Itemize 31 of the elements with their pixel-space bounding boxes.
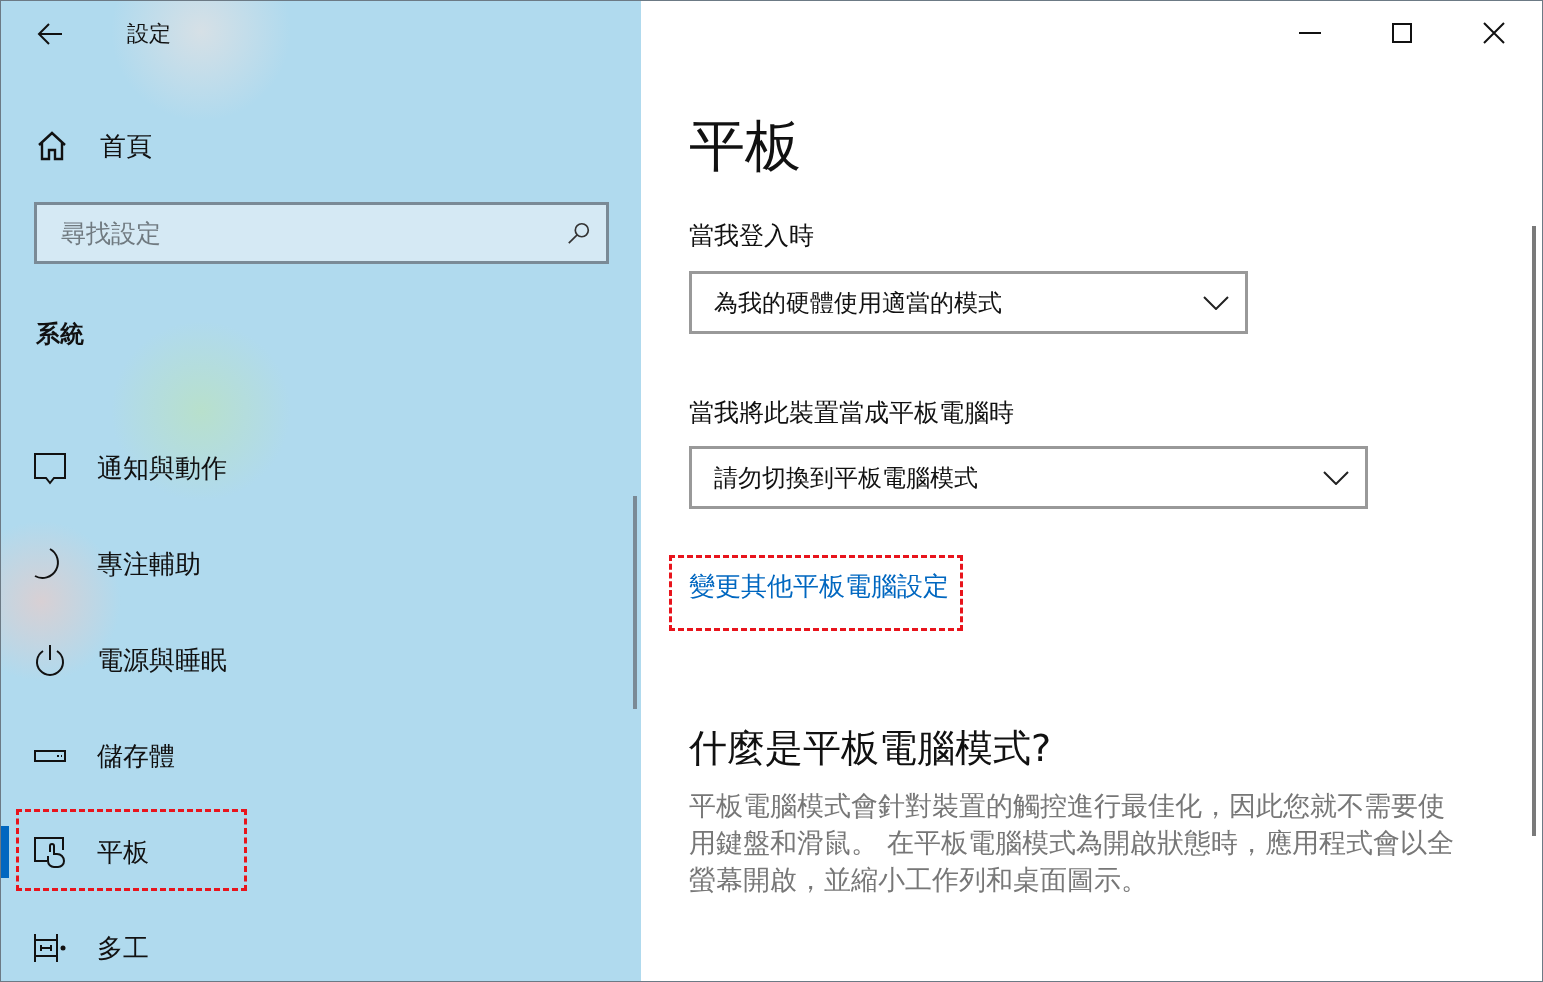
search-icon — [566, 220, 592, 246]
scrollbar[interactable] — [633, 496, 637, 709]
nav-item[interactable]: 專注輔助 — [1, 516, 641, 612]
search-field[interactable]: 尋找設定 — [59, 217, 566, 249]
dropdown[interactable]: 為我的硬體使用適當的模式 — [689, 271, 1248, 334]
nav-item[interactable]: 電源與睡眠 — [1, 612, 641, 708]
power-icon — [33, 643, 67, 677]
section-heading: 系統 — [36, 319, 85, 348]
settings-link[interactable]: 變更其他平板電腦設定 — [689, 569, 949, 604]
home-icon — [36, 130, 68, 162]
setting-label: 當我將此裝置當成平板電腦時 — [689, 397, 1015, 429]
scrollbar[interactable] — [1532, 226, 1536, 836]
close-icon[interactable] — [1482, 21, 1506, 45]
nav-item[interactable]: 通知與動作 — [1, 420, 641, 516]
window-title: 設定 — [127, 20, 171, 48]
chevron-down-icon — [1323, 470, 1349, 485]
help-paragraph: 平板電腦模式會針對裝置的觸控進行最佳化，因此您就不需要使用鍵盤和滑鼠。 在平板電腦模式為開啟狀態時，應用程式會以全螢幕開啟，並縮小工作列和桌面圖示。 — [689, 789, 1455, 897]
nav-item[interactable]: 平板 — [1, 804, 641, 900]
nav-item[interactable]: 多工 — [1, 900, 641, 981]
multitask-icon — [33, 931, 67, 965]
page-title: 平板 — [689, 113, 802, 179]
nav-item[interactable]: 儲存體 — [1, 708, 641, 804]
help-heading: 什麼是平板電腦模式? — [689, 725, 1053, 771]
chevron-down-icon — [1203, 295, 1229, 310]
maximize-icon[interactable] — [1390, 21, 1414, 45]
message-icon — [33, 451, 67, 485]
home-nav-item[interactable]: 首頁 — [1, 120, 641, 172]
dropdown[interactable]: 請勿切換到平板電腦模式 — [689, 446, 1368, 509]
tablet-touch-icon — [33, 835, 67, 869]
search-box[interactable]: 尋找設定 — [34, 202, 609, 264]
setting-label: 當我登入時 — [689, 220, 815, 252]
